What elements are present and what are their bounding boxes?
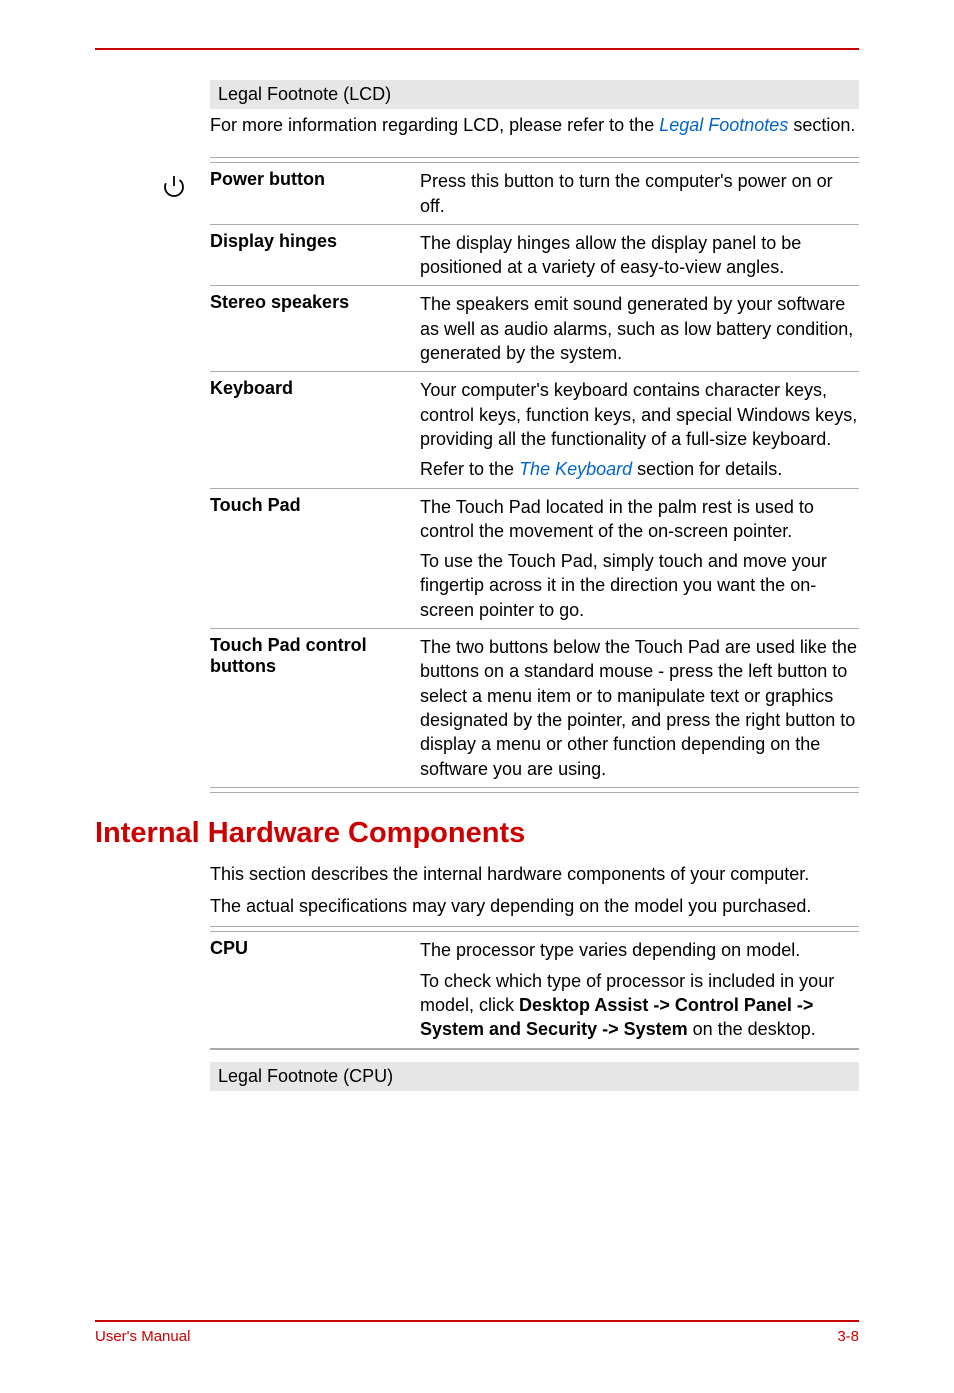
feature-label: Display hinges <box>210 231 420 280</box>
legal-lcd-suffix: section. <box>788 115 855 135</box>
feature-desc: The two buttons below the Touch Pad are … <box>420 635 859 781</box>
cpu-label: CPU <box>210 938 420 1041</box>
cpu-desc: The processor type varies depending on m… <box>420 938 859 1041</box>
feature-label: Touch Pad control buttons <box>210 635 420 781</box>
page-footer: User's Manual 3-8 <box>95 1320 859 1345</box>
intro-paragraph-2: The actual specifications may vary depen… <box>210 894 859 918</box>
footer-left: User's Manual <box>95 1328 190 1345</box>
cpu-table: CPU The processor type varies depending … <box>210 926 859 1049</box>
feature-row-power-button: Power button Press this button to turn t… <box>210 163 859 225</box>
features-table: Power button Press this button to turn t… <box>210 157 859 793</box>
cpu-row: CPU The processor type varies depending … <box>210 932 859 1048</box>
top-divider <box>95 48 859 50</box>
the-keyboard-link[interactable]: The Keyboard <box>519 459 632 479</box>
feature-label: Keyboard <box>210 378 420 481</box>
feature-row-touch-pad: Touch Pad The Touch Pad located in the p… <box>210 489 859 629</box>
feature-row-keyboard: Keyboard Your computer's keyboard contai… <box>210 372 859 488</box>
feature-desc: Press this button to turn the computer's… <box>420 169 859 218</box>
legal-lcd-prefix: For more information regarding LCD, plea… <box>210 115 659 135</box>
feature-desc: The Touch Pad located in the palm rest i… <box>420 495 859 622</box>
feature-label: Touch Pad <box>210 495 420 622</box>
footer-right: 3-8 <box>837 1328 859 1345</box>
feature-desc: Your computer's keyboard contains charac… <box>420 378 859 481</box>
feature-row-stereo-speakers: Stereo speakers The speakers emit sound … <box>210 286 859 372</box>
feature-row-display-hinges: Display hinges The display hinges allow … <box>210 225 859 287</box>
legal-footnote-lcd-title: Legal Footnote (LCD) <box>210 80 859 109</box>
feature-desc: The speakers emit sound generated by you… <box>420 292 859 365</box>
legal-footnotes-link[interactable]: Legal Footnotes <box>659 115 788 135</box>
feature-desc: The display hinges allow the display pan… <box>420 231 859 280</box>
feature-row-touch-pad-control-buttons: Touch Pad control buttons The two button… <box>210 629 859 787</box>
feature-label: Stereo speakers <box>210 292 420 365</box>
legal-footnote-cpu-title: Legal Footnote (CPU) <box>210 1062 859 1091</box>
internal-hardware-components-heading: Internal Hardware Components <box>95 817 859 850</box>
feature-label: Power button <box>210 169 420 218</box>
legal-footnote-lcd-text: For more information regarding LCD, plea… <box>210 113 859 137</box>
power-icon <box>160 172 188 205</box>
intro-paragraph-1: This section describes the internal hard… <box>210 862 859 886</box>
